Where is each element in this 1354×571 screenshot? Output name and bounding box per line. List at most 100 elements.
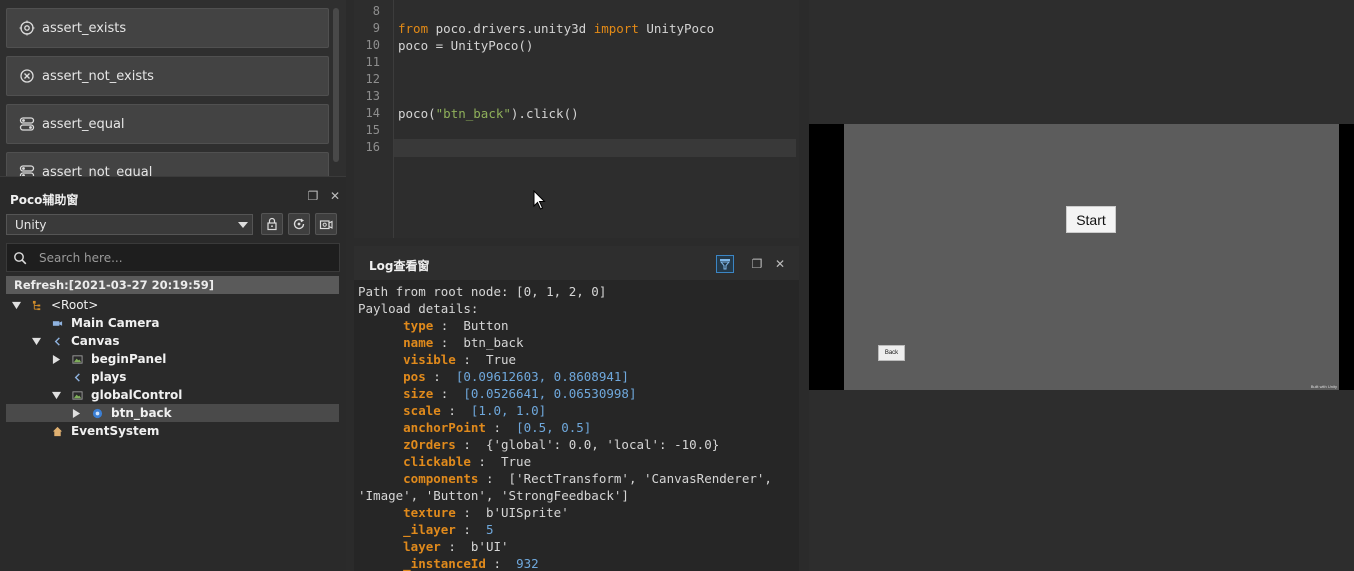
expanded-arrow-icon[interactable] xyxy=(11,300,21,310)
assert-panel: assert_exists assert_not_exists assert_e… xyxy=(0,0,346,176)
log-field-ilayer: _ilayer : 5 xyxy=(403,522,494,537)
code-text: UnityPoco xyxy=(638,21,715,36)
tree-node-global-control[interactable]: globalControl xyxy=(6,386,339,404)
log-field-zorders: zOrders : {'global': 0.0, 'local': -10.0… xyxy=(403,437,720,452)
log-field-key: layer xyxy=(403,539,441,554)
tree-node-label: globalControl xyxy=(91,388,183,402)
log-field-name: name : btn_back xyxy=(403,335,524,350)
log-field-key: visible xyxy=(403,352,456,367)
code-area[interactable]: from poco.drivers.unity3d import UnityPo… xyxy=(398,0,798,238)
left-column: assert_exists assert_not_exists assert_e… xyxy=(0,0,346,571)
log-field-value: [0.0526641, 0.06530998] xyxy=(463,386,637,401)
log-field-components-cont: 'Image', 'Button', 'StrongFeedback'] xyxy=(358,488,629,503)
code-editor[interactable]: 8 9 10 11 12 13 14 15 16 from poco.drive… xyxy=(354,0,799,238)
expanded-arrow-icon[interactable] xyxy=(31,336,41,346)
tree-node-label: plays xyxy=(91,370,127,384)
log-panel-header: Log查看窗 ❐ ✕ xyxy=(354,246,799,280)
device-screen[interactable]: Start Back Built with Unity xyxy=(809,124,1354,390)
code-text: ).click() xyxy=(510,106,579,121)
log-field-instance-id: _instanceId : 932 xyxy=(403,556,539,571)
tree-node-label: EventSystem xyxy=(71,424,160,438)
close-icon[interactable]: ✕ xyxy=(773,257,787,271)
log-field-key: _ilayer xyxy=(403,522,456,537)
toggle-equal-icon xyxy=(19,117,35,131)
log-field-visible: visible : True xyxy=(403,352,517,367)
restore-icon[interactable]: ❐ xyxy=(750,257,764,271)
collapsed-arrow-icon[interactable] xyxy=(71,408,81,418)
log-payload-header: Payload details: xyxy=(358,301,479,316)
tree-node-label: beginPanel xyxy=(91,352,167,366)
log-field-layer: layer : b'UI' xyxy=(403,539,509,554)
tree-node-label: Main Camera xyxy=(71,316,160,330)
poco-panel-title: Poco辅助窗 xyxy=(10,193,79,207)
log-field-key: scale xyxy=(403,403,441,418)
log-field-value: True xyxy=(485,352,517,367)
log-field-key: clickable xyxy=(403,454,471,469)
tree-node-btn-back[interactable]: btn_back xyxy=(6,404,339,422)
log-field-key: components xyxy=(403,471,479,486)
image-icon xyxy=(71,353,83,365)
poco-assistant-panel: Poco辅助窗 ❐ ✕ Unity Refresh:[2021-03-27 20… xyxy=(0,176,346,571)
chevron-down-icon xyxy=(238,222,248,228)
assert-not-equal-button[interactable]: assert_not_equal xyxy=(6,152,329,176)
line-number: 8 xyxy=(372,4,380,18)
mouse-pointer-icon xyxy=(533,190,546,210)
log-output[interactable]: Path from root node: [0, 1, 2, 0] Payloa… xyxy=(358,283,798,571)
search-field[interactable] xyxy=(6,243,340,272)
lock-icon xyxy=(267,217,277,231)
line-number: 9 xyxy=(372,21,380,35)
log-field-texture: texture : b'UISprite' xyxy=(403,505,569,520)
line-number-gutter: 8 9 10 11 12 13 14 15 16 xyxy=(354,0,394,238)
keyword: from xyxy=(398,21,429,36)
expanded-arrow-icon[interactable] xyxy=(51,390,61,400)
game-start-button[interactable]: Start xyxy=(1066,206,1116,233)
device-screen-area: Start Back Built with Unity xyxy=(809,0,1354,571)
lock-button[interactable] xyxy=(261,213,283,235)
game-view[interactable]: Start Back Built with Unity xyxy=(844,124,1339,390)
restore-icon[interactable]: ❐ xyxy=(306,189,320,203)
log-field-value: [1.0, 1.0] xyxy=(470,403,547,418)
tree-node-plays[interactable]: plays xyxy=(6,368,339,386)
tree-node-root[interactable]: <Root> xyxy=(6,296,339,314)
collapsed-arrow-icon[interactable] xyxy=(51,354,61,364)
refresh-icon xyxy=(293,218,305,230)
platform-select[interactable]: Unity xyxy=(6,214,253,235)
code-text: poco.drivers.unity3d xyxy=(428,21,594,36)
game-back-button[interactable]: Back xyxy=(878,345,905,361)
assert-exists-button[interactable]: assert_exists xyxy=(6,8,329,48)
log-field-type: type : Button xyxy=(403,318,509,333)
code-text: poco( xyxy=(398,106,436,121)
tree-node-canvas[interactable]: Canvas xyxy=(6,332,339,350)
tree-node-label: <Root> xyxy=(51,298,99,312)
line-number: 10 xyxy=(365,38,380,52)
log-field-key: _instanceId xyxy=(403,556,486,571)
tree-node-event-system[interactable]: EventSystem xyxy=(6,422,339,440)
search-input[interactable] xyxy=(39,250,329,265)
code-line-10: poco = UnityPoco() xyxy=(398,38,534,53)
log-field-key: size xyxy=(403,386,434,401)
eventsystem-icon xyxy=(51,425,63,437)
log-field-value: Button xyxy=(463,318,509,333)
search-icon xyxy=(14,251,27,264)
log-filter-button[interactable] xyxy=(716,255,734,273)
log-field-value: 932 xyxy=(516,556,539,571)
log-field-size: size : [0.0526641, 0.06530998] xyxy=(403,386,637,401)
tree-node-main-camera[interactable]: Main Camera xyxy=(6,314,339,332)
log-field-value: [0.5, 0.5] xyxy=(516,420,592,435)
screenshot-button[interactable] xyxy=(315,213,337,235)
assert-button-label: assert_exists xyxy=(42,20,127,36)
log-field-scale: scale : [1.0, 1.0] xyxy=(403,403,547,418)
log-field-value: True xyxy=(501,454,532,469)
log-field-components: components : ['RectTransform', 'CanvasRe… xyxy=(403,471,772,486)
line-number: 14 xyxy=(365,106,380,120)
assert-equal-button[interactable]: assert_equal xyxy=(6,104,329,144)
refresh-button[interactable] xyxy=(288,213,310,235)
filter-icon xyxy=(719,259,731,270)
assert-panel-scrollbar[interactable] xyxy=(333,8,339,162)
assert-not-exists-button[interactable]: assert_not_exists xyxy=(6,56,329,96)
log-field-key: pos xyxy=(403,369,426,384)
log-field-key: type xyxy=(403,318,434,333)
tree-node-begin-panel[interactable]: beginPanel xyxy=(6,350,339,368)
code-line-14: poco("btn_back").click() xyxy=(398,106,579,121)
close-icon[interactable]: ✕ xyxy=(328,189,342,203)
